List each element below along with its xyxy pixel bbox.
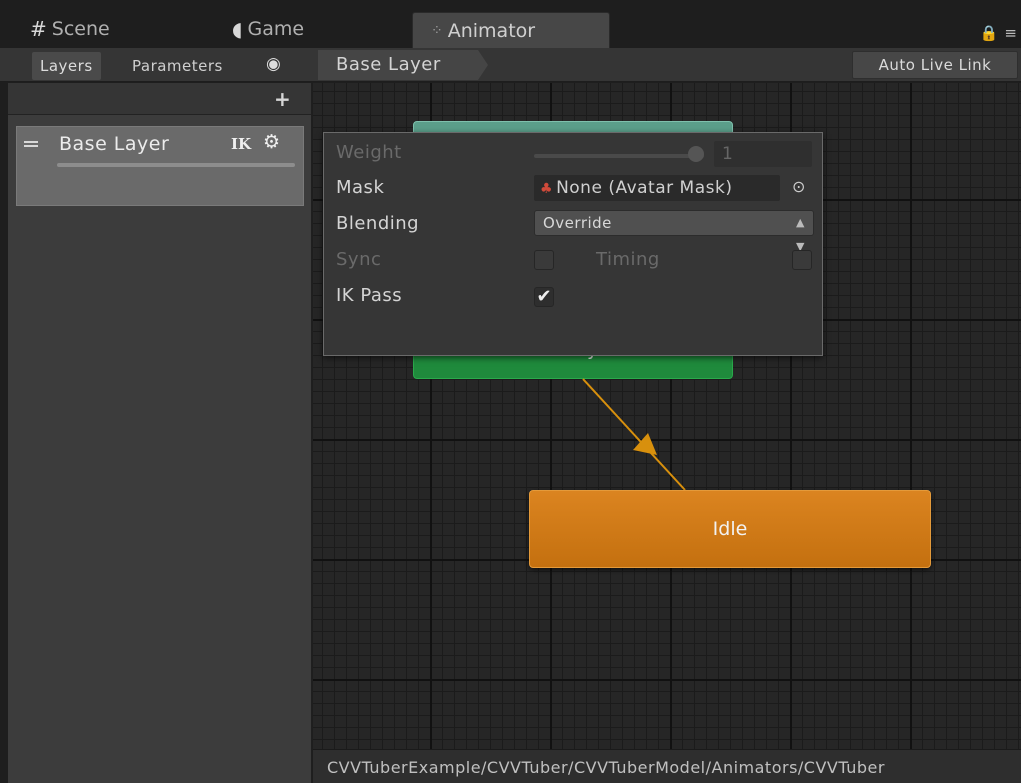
layer-settings-popup: Weight 1 Mask ♣ None (Avatar Mask) ⊙ Blen… [323,132,823,356]
mask-label: Mask [336,177,385,198]
avatar-mask-icon: ♣ [540,181,554,197]
animator-icon: ⁘ [431,22,443,39]
timing-checkbox[interactable] [792,250,812,270]
auto-live-link-button[interactable]: Auto Live Link [852,51,1018,79]
tab-animator-label: Animator [447,19,536,42]
layer-weight-bar [57,163,295,167]
tab-scene[interactable]: # Scene [30,12,110,46]
blending-dropdown[interactable]: Override ▲ ▼ [534,210,814,253]
gear-icon[interactable]: ⚙ [263,131,280,153]
timing-label: Timing [596,249,660,270]
menu-icon[interactable]: ≡ [1004,24,1017,42]
weight-label: Weight [336,142,402,163]
transition-line [582,378,686,491]
editor-tab-bar: # Scene ◖ Game ⁘ Animator 🔒 ≡ [0,0,1021,48]
layer-item-base-layer[interactable]: Base Layer IK ⚙ [16,126,304,206]
object-picker-icon[interactable]: ⊙ [792,177,805,196]
ik-pass-label: IK Pass [336,285,403,306]
layer-name: Base Layer [59,133,170,155]
tab-game[interactable]: ◖ Game [232,12,304,46]
tab-game-label: Game [247,18,305,40]
asset-path-status: CVVTuberExample/CVVTuber/CVVTuberModel/A… [313,749,1021,783]
ik-pass-checkbox[interactable]: ✔ [534,287,554,307]
tab-animator[interactable]: ⁘ Animator [412,12,610,48]
lock-icon[interactable]: 🔒 [980,24,999,42]
drag-handle-icon[interactable] [24,141,38,147]
eye-icon[interactable]: ◉ [266,54,281,74]
ik-badge: IK [231,135,252,153]
pacman-icon: ◖ [232,17,243,41]
sync-checkbox[interactable] [534,250,554,270]
window-controls: 🔒 ≡ [980,24,1017,42]
mask-object-field[interactable]: ♣ None (Avatar Mask) [534,175,780,201]
tab-scene-label: Scene [51,18,110,40]
animator-toolbar: Layers Parameters ◉ Base Layer Auto Live… [0,48,1021,82]
weight-slider-track[interactable] [534,154,704,158]
parameters-tab-button[interactable]: Parameters [132,52,223,80]
layers-panel-header: + [8,83,311,115]
blending-value: Override [543,214,612,232]
blending-label: Blending [336,213,420,234]
grid-hash-icon: # [30,17,47,41]
weight-value-field[interactable]: 1 [714,141,812,167]
sync-label: Sync [336,249,382,270]
layers-panel: + Base Layer IK ⚙ [8,83,312,783]
idle-state-node[interactable]: Idle [529,490,931,568]
mask-value: None (Avatar Mask) [556,178,733,198]
checkmark-icon: ✔ [536,286,552,307]
layers-tab-button[interactable]: Layers [32,52,101,80]
weight-slider-thumb[interactable] [688,146,704,162]
plus-icon[interactable]: + [274,87,291,111]
breadcrumb[interactable]: Base Layer [318,50,488,80]
